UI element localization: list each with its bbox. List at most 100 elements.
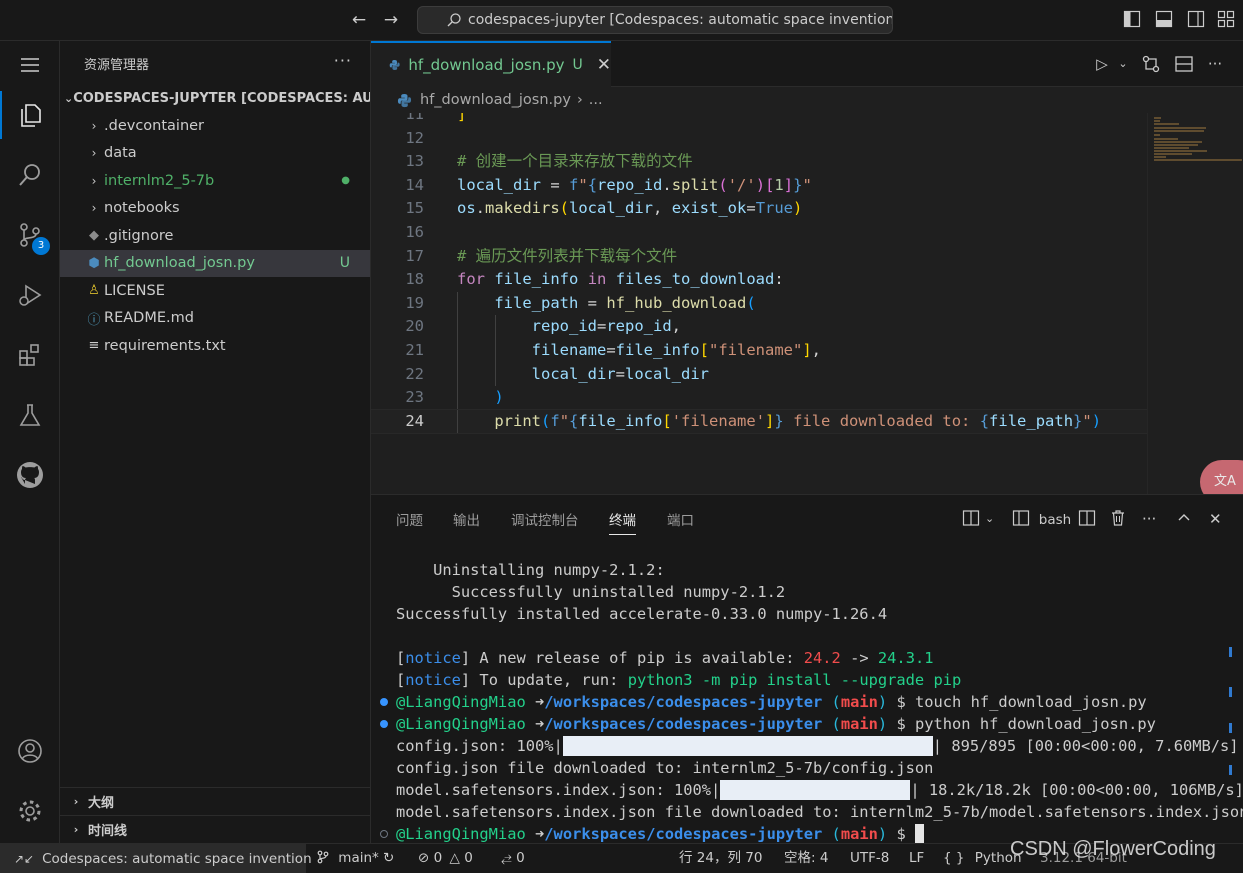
tree-item-requirements-txt[interactable]: ≡ requirements.txt (60, 332, 370, 360)
toggle-primary-sidebar-icon[interactable] (1123, 10, 1141, 28)
minimap-line (1154, 147, 1189, 149)
open-changes-icon[interactable] (1141, 54, 1161, 74)
run-python-file-icon[interactable]: ▷ (1092, 54, 1112, 74)
code-line[interactable]: 20 repo_id=repo_id, (371, 315, 1147, 339)
tree-item-internlm2-5-7b[interactable]: › internlm2_5-7b ● (60, 167, 370, 195)
code-token: file_info (578, 411, 663, 430)
split-editor-icon[interactable] (1174, 54, 1194, 74)
line-number: 12 (405, 128, 424, 147)
more-actions-icon[interactable]: ··· (334, 51, 352, 70)
tree-item-devcontainer[interactable]: › .devcontainer (60, 112, 370, 140)
code-line[interactable]: 19 file_path = hf_hub_download( (371, 291, 1147, 316)
more-actions-icon[interactable]: ··· (1205, 54, 1225, 74)
git-branch[interactable]: main* (316, 844, 379, 873)
testing-icon[interactable] (0, 391, 60, 439)
tree-item-license[interactable]: ♙ LICENSE (60, 277, 370, 305)
code-line[interactable]: 12 (371, 127, 1147, 151)
menu-icon[interactable] (0, 41, 60, 89)
tab-untracked-status: U (572, 57, 583, 73)
terminal-instance[interactable]: bash (1012, 509, 1071, 529)
tab-terminal[interactable]: 终端 (609, 509, 636, 535)
code-token: file_info (494, 270, 579, 289)
split-terminal-icon[interactable] (962, 509, 980, 529)
tab-debug-console[interactable]: 调试控制台 (511, 509, 579, 535)
explorer-icon[interactable] (0, 91, 60, 139)
command-decoration[interactable] (380, 720, 388, 728)
terminal-text: Successfully uninstalled numpy-2.1.2 (396, 583, 786, 601)
workspace-section-header[interactable]: ⌄ CODESPACES-JUPYTER [CODESPACES: AU... (60, 85, 370, 112)
tree-item-readme-md[interactable]: ⓘ README.md (60, 305, 370, 333)
code-editor[interactable]: 11] 12 13 # 创建一个目录来存放下载的文件 14 local_dir = f"{… (371, 113, 1147, 494)
code-line[interactable]: 13 # 创建一个目录来存放下载的文件 (371, 150, 1147, 174)
code-line[interactable]: 14 local_dir = f"{repo_id.split('/')[1]}" (371, 174, 1147, 198)
code-line[interactable]: 16 (371, 221, 1147, 245)
trash-icon[interactable] (1109, 509, 1127, 529)
minimap-line (1154, 141, 1202, 143)
terminal[interactable]: Uninstalling numpy-2.1.2: Successfully u… (371, 555, 1243, 844)
line-number: 24 (405, 411, 424, 430)
sync-icon[interactable]: ↻ (383, 844, 394, 873)
close-icon[interactable]: ✕ (1209, 509, 1222, 529)
end-of-line[interactable]: LF (909, 844, 924, 873)
timeline-section-header[interactable]: › 时间线 (60, 815, 371, 843)
github-icon[interactable] (0, 451, 60, 499)
command-decoration[interactable] (380, 698, 388, 706)
extensions-icon[interactable] (0, 331, 60, 379)
remote-indicator[interactable]: ↗↙ Codespaces: automatic space invention (0, 844, 312, 873)
code-token: filename (531, 341, 607, 359)
code-line[interactable]: 18 for file_info in files_to_download: (371, 268, 1147, 292)
chevron-up-icon[interactable] (1176, 509, 1192, 529)
split-panel-icon[interactable] (1078, 509, 1096, 529)
source-control-icon[interactable]: 3 (0, 211, 60, 259)
tree-item-notebooks[interactable]: › notebooks (60, 195, 370, 223)
code-line[interactable]: 22 local_dir=local_dir (371, 362, 1147, 387)
settings-gear-icon[interactable] (0, 787, 60, 835)
code-line[interactable]: 11] (371, 113, 1147, 127)
tree-item-data[interactable]: › data (60, 140, 370, 168)
cursor-position[interactable]: 行 24，列 70 (679, 844, 762, 873)
more-actions-icon[interactable]: ··· (1142, 509, 1156, 529)
chevron-down-icon[interactable]: ⌄ (985, 509, 994, 529)
code-token: # 创建一个目录来存放下载的文件 (457, 152, 693, 171)
indentation[interactable]: 空格: 4 (784, 844, 828, 873)
run-debug-icon[interactable] (0, 271, 60, 319)
tab-ports[interactable]: 端口 (667, 509, 694, 535)
command-decoration[interactable] (380, 830, 388, 838)
close-icon[interactable]: ✕ (597, 55, 611, 75)
chevron-down-icon[interactable]: ⌄ (1113, 54, 1133, 74)
ports-indicator[interactable]: ⥄ 0 (501, 844, 525, 873)
code-line[interactable]: 21 filename=file_info["filename"], (371, 339, 1147, 363)
remote-label: Codespaces: automatic space invention (42, 850, 312, 867)
tree-item-label: README.md (104, 310, 194, 327)
line-number: 17 (405, 246, 424, 265)
toggle-panel-icon[interactable] (1155, 10, 1173, 28)
minimap[interactable] (1147, 113, 1243, 494)
code-line[interactable]: 15 os.makedirs(local_dir, exist_ok=True) (371, 197, 1147, 221)
warning-count: 0 (464, 850, 473, 866)
tree-item-hf-download-josn-py[interactable]: ⬢ hf_download_josn.py U (60, 249, 370, 277)
forward-arrow-icon[interactable]: → (380, 9, 402, 31)
tab-output[interactable]: 输出 (453, 509, 480, 535)
code-line[interactable]: 23 ) (371, 386, 1147, 410)
explorer-header: 资源管理器 ··· (60, 41, 370, 85)
chevron-right-icon: › (73, 795, 79, 808)
breadcrumb-more[interactable]: ... (589, 92, 603, 108)
back-arrow-icon[interactable]: ← (348, 9, 370, 31)
problems-indicator[interactable]: ⊘ 0 △ 0 (418, 844, 473, 873)
toggle-secondary-sidebar-icon[interactable] (1187, 10, 1205, 28)
tree-item-gitignore[interactable]: ◆ .gitignore (60, 222, 370, 250)
tab-problems[interactable]: 问题 (396, 509, 423, 535)
tab-hf-download-josn[interactable]: hf_download_josn.py U ✕ (371, 41, 611, 87)
account-icon[interactable] (0, 727, 60, 775)
command-center-search[interactable]: codespaces-jupyter [Codespaces: automati… (417, 6, 893, 34)
breadcrumb-file[interactable]: hf_download_josn.py (420, 92, 571, 108)
outline-section-header[interactable]: › 大纲 (60, 787, 371, 815)
encoding[interactable]: UTF-8 (850, 844, 889, 873)
code-line[interactable]: 24 print(f"{file_info['filename']} file … (371, 408, 1147, 435)
code-token: f (569, 175, 579, 194)
search-icon[interactable] (0, 151, 60, 199)
code-line[interactable]: 17 # 遍历文件列表并下载每个文件 (371, 245, 1147, 269)
customize-layout-icon[interactable] (1217, 10, 1235, 28)
line-number: 19 (405, 293, 424, 312)
